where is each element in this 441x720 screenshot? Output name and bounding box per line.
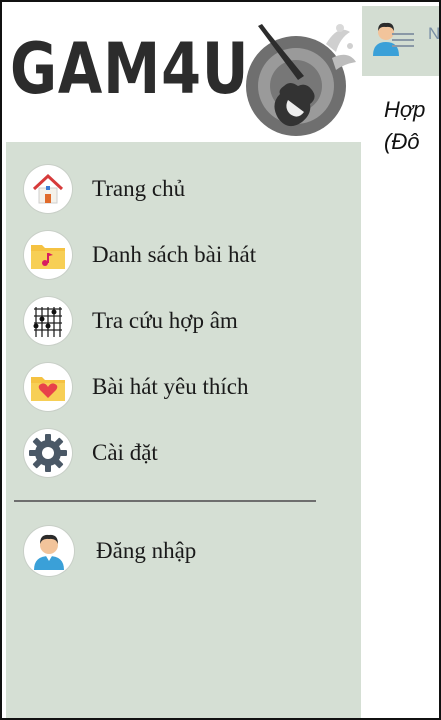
- chord-chart-icon: [33, 307, 62, 337]
- guitar-logo-icon: [246, 24, 356, 136]
- menu-item-login[interactable]: Đăng nhập: [6, 518, 361, 584]
- song-title-line1: Hợp: [384, 97, 426, 122]
- drawer-menu: Trang chủ Danh sách bài hát Tra cứu hợp …: [6, 156, 361, 486]
- drawer-divider: [14, 500, 316, 502]
- home-icon: [32, 173, 64, 204]
- menu-item-favorites[interactable]: Bài hát yêu thích: [6, 354, 361, 420]
- user-avatar-icon: [34, 534, 64, 570]
- menu-item-label: Tra cứu hợp âm: [92, 308, 238, 333]
- song-title-line2: (Đô: [384, 129, 420, 154]
- menu-item-label: Trang chủ: [92, 176, 186, 201]
- favorite-folder-icon: [31, 377, 65, 401]
- navigation-drawer: GAM4U Trang chủ Danh sách bài hát Tra cứ…: [6, 6, 361, 718]
- hamburger-menu-icon[interactable]: [392, 32, 414, 48]
- login-label: Đăng nhập: [96, 538, 197, 563]
- menu-item-label: Cài đặt: [92, 440, 158, 465]
- toolbar-title-partial: N: [428, 24, 441, 43]
- app-logo-text: GAM4U: [10, 28, 250, 110]
- drawer-header: GAM4U: [6, 6, 361, 142]
- gear-icon: [29, 434, 67, 472]
- music-folder-icon: [31, 245, 65, 269]
- app-frame: N Hợp (Đô GAM4U Trang chủ Danh sách bài …: [0, 0, 441, 720]
- menu-item-home[interactable]: Trang chủ: [6, 156, 361, 222]
- app-toolbar: N: [362, 6, 441, 76]
- menu-item-chord-lookup[interactable]: Tra cứu hợp âm: [6, 288, 361, 354]
- menu-item-label: Bài hát yêu thích: [92, 374, 249, 399]
- menu-item-song-list[interactable]: Danh sách bài hát: [6, 222, 361, 288]
- menu-item-label: Danh sách bài hát: [92, 242, 257, 267]
- song-title: Hợp (Đô: [384, 94, 425, 158]
- menu-item-settings[interactable]: Cài đặt: [6, 420, 361, 486]
